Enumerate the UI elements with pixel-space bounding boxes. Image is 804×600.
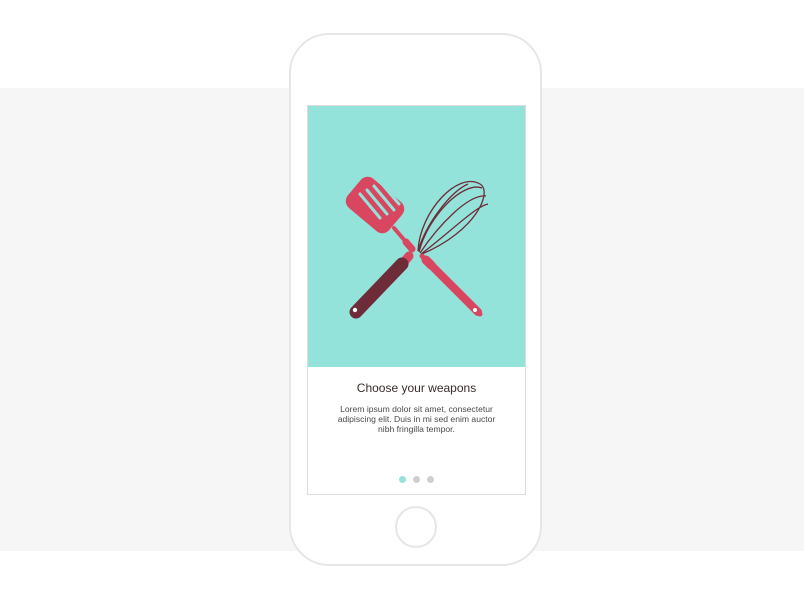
onboarding-title: Choose your weapons — [356, 381, 477, 395]
home-button[interactable] — [395, 506, 437, 548]
phone-speaker — [391, 71, 443, 76]
pager-dot-2[interactable] — [413, 476, 420, 483]
onboarding-description: Lorem ipsum dolor sit amet, consectetur … — [337, 404, 496, 434]
whisk-icon — [417, 181, 489, 317]
pager-dot-3[interactable] — [427, 476, 434, 483]
pager-dot-1[interactable] — [399, 476, 406, 483]
hero-illustration — [308, 106, 525, 367]
kitchen-tools-illustration — [345, 176, 489, 319]
onboarding-screen: Choose your weapons Lorem ipsum dolor si… — [307, 105, 526, 495]
stage: Choose your weapons Lorem ipsum dolor si… — [0, 0, 804, 600]
phone-frame: Choose your weapons Lorem ipsum dolor si… — [289, 33, 542, 566]
spatula-icon — [345, 176, 416, 319]
pager-dots — [308, 476, 525, 483]
